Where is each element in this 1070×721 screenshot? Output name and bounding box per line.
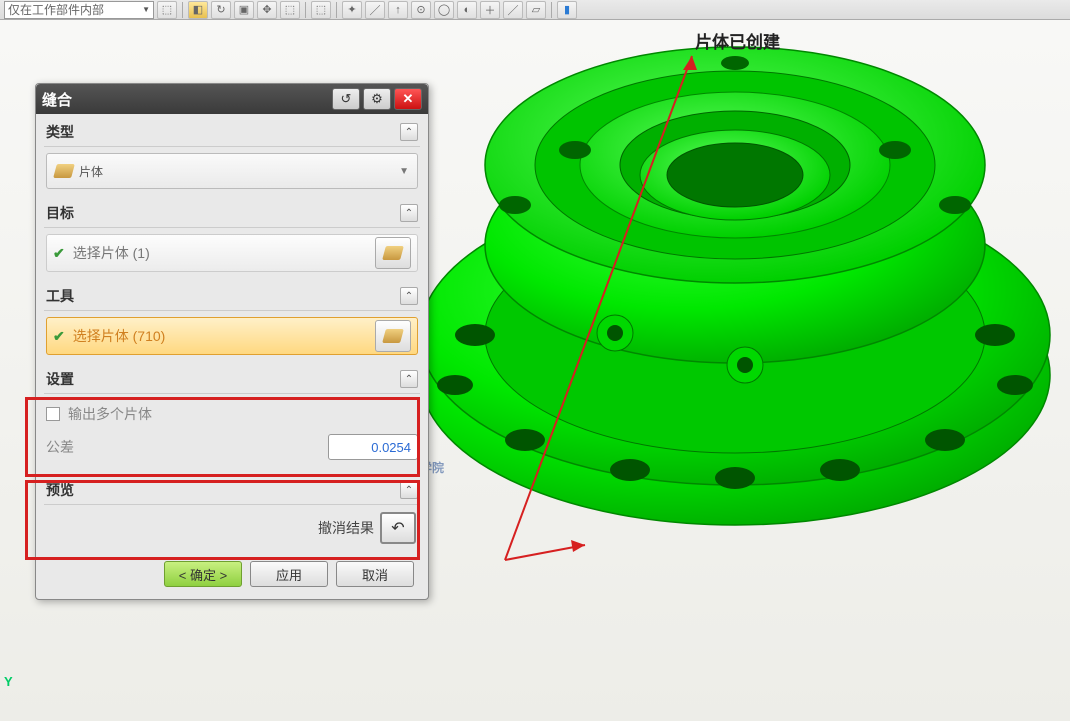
sheet-body-icon — [53, 164, 75, 178]
toolbar-icon[interactable]: ✦ — [342, 1, 362, 19]
toolbar-icon[interactable]: ✥ — [257, 1, 277, 19]
section-collapse-button[interactable]: ⌃ — [400, 204, 418, 222]
model-status-text: 片体已创建 — [695, 28, 780, 53]
section-target: 目标 ⌃ ✔ 选择片体 (1) — [44, 199, 420, 278]
type-dropdown-value: 片体 — [79, 163, 103, 180]
toolbar-separator — [182, 2, 183, 18]
toolbar-icon[interactable]: ◐ — [457, 1, 477, 19]
toolbar-icon[interactable]: ⊙ — [411, 1, 431, 19]
tool-selection-text: 选择片体 (710) — [73, 326, 166, 346]
dialog-title-text: 缝合 — [42, 89, 72, 110]
toolbar-separator — [305, 2, 306, 18]
toolbar-icon[interactable]: ◯ — [434, 1, 454, 19]
toolbar-icon[interactable]: ▮ — [557, 1, 577, 19]
target-selection-row[interactable]: ✔ 选择片体 (1) — [46, 234, 418, 272]
section-collapse-button[interactable]: ⌃ — [400, 287, 418, 305]
target-pick-button[interactable] — [375, 237, 411, 269]
dialog-close-button[interactable]: ✕ — [394, 88, 422, 110]
toolbar-icon[interactable]: ↻ — [211, 1, 231, 19]
type-dropdown[interactable]: 片体 ▼ — [46, 153, 418, 189]
toolbar-icon[interactable]: ／ — [503, 1, 523, 19]
section-collapse-button[interactable]: ⌃ — [400, 370, 418, 388]
cancel-button[interactable]: 取消 — [336, 561, 414, 587]
toolbar-separator — [336, 2, 337, 18]
toolbar-icon[interactable]: ▱ — [526, 1, 546, 19]
undo-result-label: 撤消结果 — [318, 518, 374, 538]
dialog-reset-button[interactable]: ↺ — [332, 88, 360, 110]
section-settings-label: 设置 — [46, 369, 74, 389]
scope-dropdown[interactable]: 仅在工作部件内部 ▼ — [4, 1, 154, 19]
check-icon: ✔ — [53, 245, 65, 262]
section-preview-label: 预览 — [46, 480, 74, 500]
target-selection-text: 选择片体 (1) — [73, 243, 150, 263]
tolerance-input[interactable] — [328, 434, 418, 460]
toolbar-separator — [551, 2, 552, 18]
toolbar-icon[interactable]: ⬚ — [311, 1, 331, 19]
top-toolbar: 仅在工作部件内部 ▼ ⬚ ◧ ↻ ▣ ✥ ⬚ ⬚ ✦ ／ ↑ ⊙ ◯ ◐ ＋ ／… — [0, 0, 1070, 20]
toolbar-icon[interactable]: ／ — [365, 1, 385, 19]
section-preview: 预览 ⌃ 撤消结果 ↶ — [44, 476, 420, 551]
model-graphic — [400, 35, 1070, 605]
dialog-titlebar[interactable]: 缝合 ↺ ⚙ ✕ — [36, 84, 428, 114]
chevron-down-icon: ▼ — [399, 166, 409, 177]
section-type: 类型 ⌃ 片体 ▼ — [44, 118, 420, 195]
chevron-down-icon: ▼ — [142, 5, 150, 14]
axis-label-y: Y — [4, 674, 13, 689]
output-multiple-label: 输出多个片体 — [68, 404, 152, 424]
ok-button[interactable]: < 确定 > — [164, 561, 242, 587]
dialog-settings-button[interactable]: ⚙ — [363, 88, 391, 110]
section-type-label: 类型 — [46, 122, 74, 142]
tool-pick-button[interactable] — [375, 320, 411, 352]
sheet-body-icon — [382, 246, 404, 260]
tolerance-label: 公差 — [46, 437, 74, 457]
scope-dropdown-text: 仅在工作部件内部 — [8, 1, 104, 18]
check-icon: ✔ — [53, 328, 65, 345]
toolbar-icon[interactable]: ＋ — [480, 1, 500, 19]
toolbar-icon[interactable]: ⬚ — [280, 1, 300, 19]
undo-result-button[interactable]: ↶ — [380, 512, 416, 544]
section-collapse-button[interactable]: ⌃ — [400, 123, 418, 141]
toolbar-icon[interactable]: ◧ — [188, 1, 208, 19]
section-settings: 设置 ⌃ 输出多个片体 公差 — [44, 365, 420, 472]
toolbar-icon[interactable]: ⬚ — [157, 1, 177, 19]
output-multiple-checkbox[interactable] — [46, 407, 60, 421]
sheet-body-icon — [382, 329, 404, 343]
section-tool-label: 工具 — [46, 286, 74, 306]
sew-dialog: 缝合 ↺ ⚙ ✕ 类型 ⌃ 片体 ▼ — [35, 83, 429, 600]
dialog-footer: < 确定 > 应用 取消 — [44, 551, 420, 591]
toolbar-icon[interactable]: ↑ — [388, 1, 408, 19]
tool-selection-row[interactable]: ✔ 选择片体 (710) — [46, 317, 418, 355]
section-tool: 工具 ⌃ ✔ 选择片体 (710) — [44, 282, 420, 361]
section-target-label: 目标 — [46, 203, 74, 223]
section-collapse-button[interactable]: ⌃ — [400, 481, 418, 499]
apply-button[interactable]: 应用 — [250, 561, 328, 587]
toolbar-icon[interactable]: ▣ — [234, 1, 254, 19]
